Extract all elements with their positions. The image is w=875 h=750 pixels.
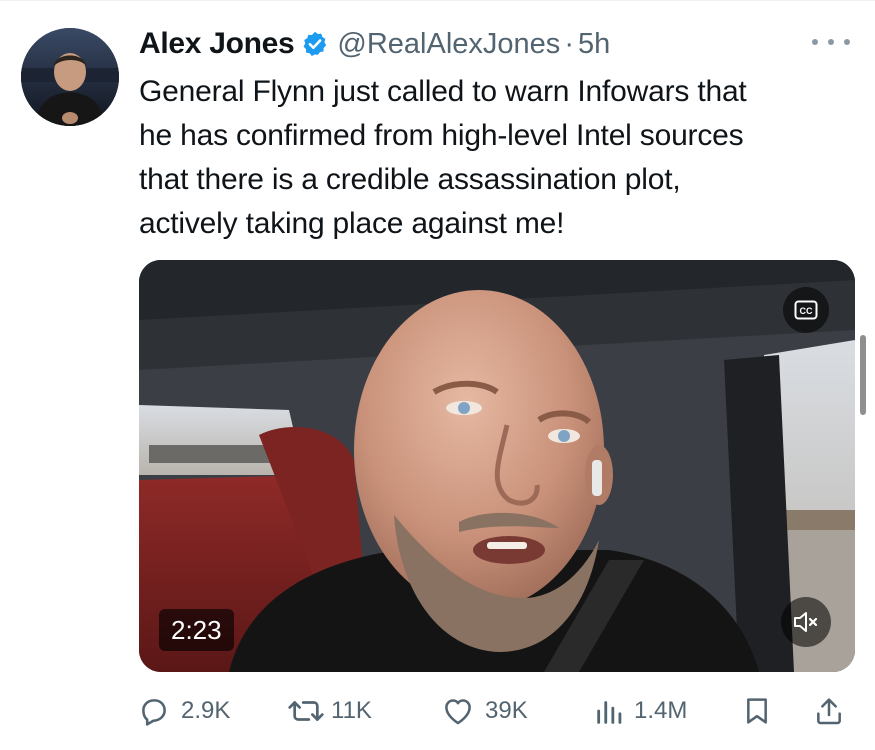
views-count: 1.4M [634, 697, 688, 724]
closed-captions-icon: CC [794, 300, 818, 320]
tweet-header: Alex Jones @RealAlexJones · 5h [139, 24, 610, 64]
tweet-text-line: that there is a credible assassination p… [139, 163, 681, 196]
repost-count: 11K [331, 697, 372, 724]
share-icon [817, 698, 841, 725]
separator-dot: · [564, 27, 574, 60]
avatar[interactable] [21, 28, 119, 126]
share-button[interactable] [813, 689, 845, 733]
tweet-actions: 2.9K 11K 39K 1.4M [137, 689, 852, 733]
repost-button[interactable]: 11K [287, 689, 372, 733]
tweet-text-line: he has confirmed from high-level Intel s… [139, 119, 744, 152]
verified-badge-icon [301, 30, 329, 58]
tweet-text-line: actively taking place against me! [139, 207, 565, 240]
reply-button[interactable]: 2.9K [137, 689, 230, 733]
views-button[interactable]: 1.4M [594, 689, 687, 733]
like-count: 39K [485, 697, 528, 724]
video-player[interactable]: CC 2:23 [139, 260, 855, 672]
reply-count: 2.9K [181, 697, 231, 724]
timestamp[interactable]: 5h [578, 28, 610, 61]
dot-icon [812, 39, 818, 45]
video-duration: 2:23 [159, 609, 234, 651]
dot-icon [844, 39, 850, 45]
mute-toggle-button[interactable] [781, 597, 831, 647]
divider [0, 0, 875, 1]
dot-icon [828, 39, 834, 45]
tweet-card: Alex Jones @RealAlexJones · 5h General F… [0, 0, 875, 750]
author-handle[interactable]: @RealAlexJones [337, 28, 560, 61]
author-name[interactable]: Alex Jones [139, 27, 295, 61]
like-button[interactable]: 39K [441, 689, 528, 733]
repost-icon [288, 701, 324, 721]
analytics-icon [597, 701, 622, 724]
bookmark-icon [747, 698, 767, 724]
tweet-text: General Flynn just called to warn Infowa… [139, 70, 849, 246]
video-frame [139, 260, 855, 672]
more-options-icon[interactable] [812, 32, 850, 52]
reply-icon [142, 699, 166, 726]
tweet-text-line: General Flynn just called to warn Infowa… [139, 75, 747, 108]
closed-captions-button[interactable]: CC [783, 287, 829, 333]
svg-text:CC: CC [800, 306, 813, 316]
speaker-muted-icon [794, 612, 818, 632]
bookmark-button[interactable] [741, 689, 773, 733]
scrollbar-thumb[interactable] [860, 335, 866, 415]
heart-icon [445, 699, 471, 725]
